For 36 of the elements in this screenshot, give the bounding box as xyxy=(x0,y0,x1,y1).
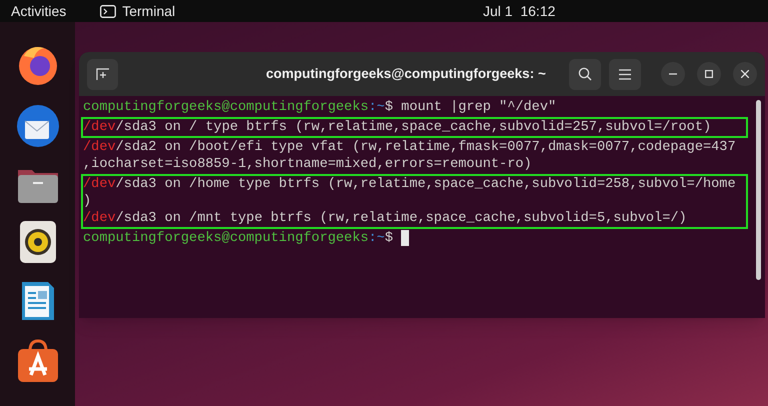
prompt-path: :~ xyxy=(368,230,385,247)
scrollbar[interactable] xyxy=(756,100,761,280)
clock[interactable]: Jul 1 16:12 xyxy=(483,0,556,22)
close-icon xyxy=(741,70,749,78)
close-button[interactable] xyxy=(733,62,757,86)
prompt-path: :~ xyxy=(368,99,385,116)
maximize-button[interactable] xyxy=(697,62,721,86)
output-text: ,iocharset=iso8859-1,shortname=mixed,errors=remount-ro) xyxy=(83,156,532,173)
activities-button[interactable]: Activities xyxy=(11,0,66,22)
matched-text: /dev xyxy=(83,139,116,156)
output-text: ) xyxy=(83,193,92,210)
maximize-icon xyxy=(705,70,713,78)
prompt-user-host: computingforgeeks@computingforgeeks xyxy=(83,99,369,116)
output-text: /sda2 on /boot/efi type vfat (rw,relatime,fmask=0077,dmask=0077,codepage=437 xyxy=(116,139,736,156)
matched-text: /dev xyxy=(83,176,116,193)
search-icon xyxy=(578,67,592,81)
output-text: /sda3 on /home type btrfs (rw,relatime,space_cache,subvolid=258,subvol=/home xyxy=(116,176,736,193)
command-text: $ xyxy=(384,230,394,247)
menu-button[interactable] xyxy=(609,58,641,90)
window-title: computingforgeeks@computingforgeeks: ~ xyxy=(266,64,546,83)
new-tab-icon xyxy=(96,68,110,80)
menu-icon xyxy=(619,68,631,80)
output-text: /sda3 on /mnt type btrfs (rw,relatime,space_cache,subvolid=5,subvol=/) xyxy=(116,210,687,227)
speaker-icon[interactable] xyxy=(20,221,56,263)
new-tab-button[interactable] xyxy=(87,58,118,90)
minimize-icon xyxy=(669,73,677,75)
document-icon[interactable] xyxy=(20,280,56,322)
prompt-user-host: computingforgeeks@computingforgeeks xyxy=(83,230,369,247)
output-text: /sda3 on / type btrfs (rw,relatime,space_cache,subvolid=257,subvol=/root) xyxy=(116,119,712,136)
terminal-icon xyxy=(100,4,116,18)
shopping-bag-icon[interactable] xyxy=(16,339,58,383)
app-menu[interactable]: Terminal xyxy=(122,0,176,22)
matched-text: /dev xyxy=(83,210,116,227)
matched-text: /dev xyxy=(83,119,116,136)
search-button[interactable] xyxy=(569,58,601,90)
command-text: $ mount |grep "^/dev" xyxy=(384,99,556,116)
